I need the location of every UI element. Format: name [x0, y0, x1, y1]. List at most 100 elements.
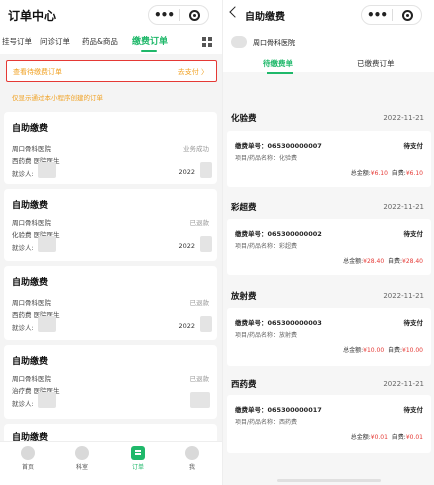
order-hospital: 周口骨科医院 — [12, 299, 51, 307]
bill-item: 项目/药品名称：西药费 — [235, 417, 297, 426]
home-indicator — [277, 479, 381, 482]
self-pay-value: ¥6.10 — [405, 170, 423, 177]
redacted-date — [190, 392, 210, 408]
more-icon[interactable]: ••• — [149, 6, 179, 24]
total-amount-value: ¥0.01 — [370, 434, 388, 441]
page-title: 订单中心 — [8, 9, 57, 23]
order-card[interactable]: 自助缴费 周口骨科医院 业务成功 西药费 医院医生 就诊人: 2022 — [4, 112, 217, 184]
go-pay-link[interactable]: 去支付 〉 — [178, 67, 208, 77]
department-icon — [75, 446, 89, 460]
fee-section-date: 2022-11-21 — [383, 203, 424, 211]
self-pay-value: ¥10.00 — [402, 347, 423, 354]
title-bar: 订单中心 ••• — [0, 0, 222, 30]
bill-number-label: 缴费单号： — [235, 142, 268, 150]
pending-payment-banner[interactable]: 查看待缴费订单 去支付 〉 — [6, 60, 217, 82]
bill-item-label: 项目/药品名称： — [235, 155, 280, 162]
mini-program-capsule: ••• — [361, 5, 422, 25]
screen: 订单中心 ••• 挂号订单 问诊订单 药品&商品 缴费订单 查看待缴费订单 去支… — [0, 0, 434, 485]
order-hospital: 周口骨科医院 — [12, 375, 51, 383]
close-mini-program-icon[interactable] — [393, 9, 421, 21]
order-status: 业务成功 — [183, 145, 209, 153]
fee-section-title: 化验费 — [231, 114, 257, 124]
fee-bill-card[interactable]: 缴费单号：065300000017 待支付 项目/药品名称：西药费 总金额:¥0… — [227, 395, 431, 453]
order-card[interactable]: 自助缴费 周口骨科医院 已退款 治疗费 医院医生 就诊人: — [4, 345, 217, 419]
order-date: 2022 — [178, 322, 195, 330]
nav-profile[interactable]: 我 — [170, 446, 214, 471]
close-mini-program-icon[interactable] — [180, 9, 208, 21]
nav-home[interactable]: 首页 — [6, 446, 50, 471]
bill-item: 项目/药品名称：化验费 — [235, 153, 297, 162]
active-tab-indicator — [267, 72, 293, 74]
bill-amounts: 总金额:¥10.00 自费:¥10.00 — [343, 345, 423, 354]
fee-bill-card[interactable]: 缴费单号：065300000003 待支付 项目/药品名称：放射费 总金额:¥1… — [227, 308, 431, 366]
nav-department-label: 科室 — [75, 464, 88, 471]
orders-hint: 仅显示通过本小程序创建的订单 — [12, 94, 103, 102]
bill-item-label: 项目/药品名称： — [235, 419, 280, 426]
total-amount-label: 总金额: — [343, 258, 364, 265]
bill-amounts: 总金额:¥6.10 自费:¥6.10 — [351, 168, 423, 177]
order-status: 已退款 — [189, 219, 210, 227]
total-amount-label: 总金额: — [350, 170, 371, 177]
order-date: 2022 — [178, 168, 195, 176]
mini-program-capsule: ••• — [148, 5, 209, 25]
bill-status: 待支付 — [403, 406, 424, 414]
self-pay-label: 自费: — [387, 347, 402, 354]
bill-item-label: 项目/药品名称： — [235, 332, 280, 339]
self-pay-label: 自费: — [387, 258, 402, 265]
bill-number-value: 065300000007 — [267, 142, 322, 150]
bill-number: 缴费单号：065300000007 — [235, 140, 322, 150]
order-card[interactable]: 自助缴费 周口骨科医院 已退款 化验费 医院医生 就诊人: 2022 — [4, 189, 217, 261]
fee-bill-card[interactable]: 缴费单号：065300000002 待支付 项目/药品名称：彩超费 总金额:¥2… — [227, 219, 431, 275]
tab-registration-orders[interactable]: 挂号订单 — [2, 36, 32, 47]
title-bar: 自助缴费 ••• — [223, 0, 434, 30]
bill-item-value: 西药费 — [279, 419, 298, 426]
fee-section-title: 放射费 — [231, 292, 257, 302]
total-amount-value: ¥10.00 — [363, 347, 385, 354]
tab-pending-bills[interactable]: 待缴费单 — [263, 58, 293, 69]
fee-section-date: 2022-11-21 — [383, 114, 424, 122]
bottom-navigation: 首页 科室 订单 我 — [0, 441, 222, 485]
fee-section-title: 西药费 — [231, 380, 257, 390]
order-card-title: 自助缴费 — [12, 278, 49, 288]
hospital-name: 周口骨科医院 — [253, 39, 295, 47]
nav-department[interactable]: 科室 — [60, 446, 104, 471]
bill-item-value: 彩超费 — [279, 243, 298, 250]
fee-section-date: 2022-11-21 — [383, 292, 424, 300]
bill-item-label: 项目/药品名称： — [235, 243, 280, 250]
self-pay-label: 自费: — [391, 434, 406, 441]
bill-number-value: 065300000003 — [267, 319, 322, 327]
bill-status: 待支付 — [403, 142, 424, 150]
order-card-title: 自助缴费 — [12, 357, 49, 367]
order-status: 已退款 — [189, 299, 210, 307]
total-amount-value: ¥6.10 — [370, 170, 388, 177]
redacted-date — [200, 162, 212, 178]
redacted-patient-name — [38, 316, 56, 332]
tab-consultation-orders[interactable]: 问诊订单 — [40, 36, 70, 47]
order-status: 已退款 — [189, 375, 210, 383]
order-card-title: 自助缴费 — [12, 201, 49, 211]
self-payment-pane: 自助缴费 ••• 周口骨科医院 待缴费单 已缴费订单 化验费 2022-11-2… — [222, 0, 434, 485]
bill-number-label: 缴费单号： — [235, 406, 268, 414]
order-card[interactable]: 自助缴费 周口骨科医院 已退款 西药费 医院医生 就诊人: 2022 — [4, 266, 217, 340]
tab-drug-goods-orders[interactable]: 药品&商品 — [82, 36, 118, 47]
more-icon[interactable]: ••• — [362, 6, 392, 24]
back-arrow-icon[interactable] — [229, 6, 241, 18]
hospital-avatar — [231, 36, 247, 48]
order-hospital: 周口骨科医院 — [12, 145, 51, 153]
bill-number-label: 缴费单号： — [235, 230, 268, 238]
payment-status-tabs: 待缴费单 已缴费订单 — [223, 52, 434, 74]
self-pay-value: ¥28.40 — [402, 258, 423, 265]
order-date: 2022 — [178, 242, 195, 250]
order-patient-label: 就诊人: — [12, 400, 34, 408]
bill-number: 缴费单号：065300000017 — [235, 404, 322, 414]
fee-bill-card[interactable]: 缴费单号：065300000007 待支付 项目/药品名称：化验费 总金额:¥6… — [227, 131, 431, 187]
bill-item-value: 化验费 — [279, 155, 298, 162]
tab-paid-orders[interactable]: 已缴费订单 — [357, 58, 395, 69]
order-hospital: 周口骨科医院 — [12, 219, 51, 227]
bill-number-value: 065300000002 — [267, 230, 322, 238]
total-amount-label: 总金额: — [343, 347, 364, 354]
profile-icon — [185, 446, 199, 460]
grid-menu-icon[interactable] — [202, 37, 212, 47]
nav-orders[interactable]: 订单 — [116, 446, 160, 471]
tab-payment-orders[interactable]: 缴费订单 — [132, 34, 168, 47]
